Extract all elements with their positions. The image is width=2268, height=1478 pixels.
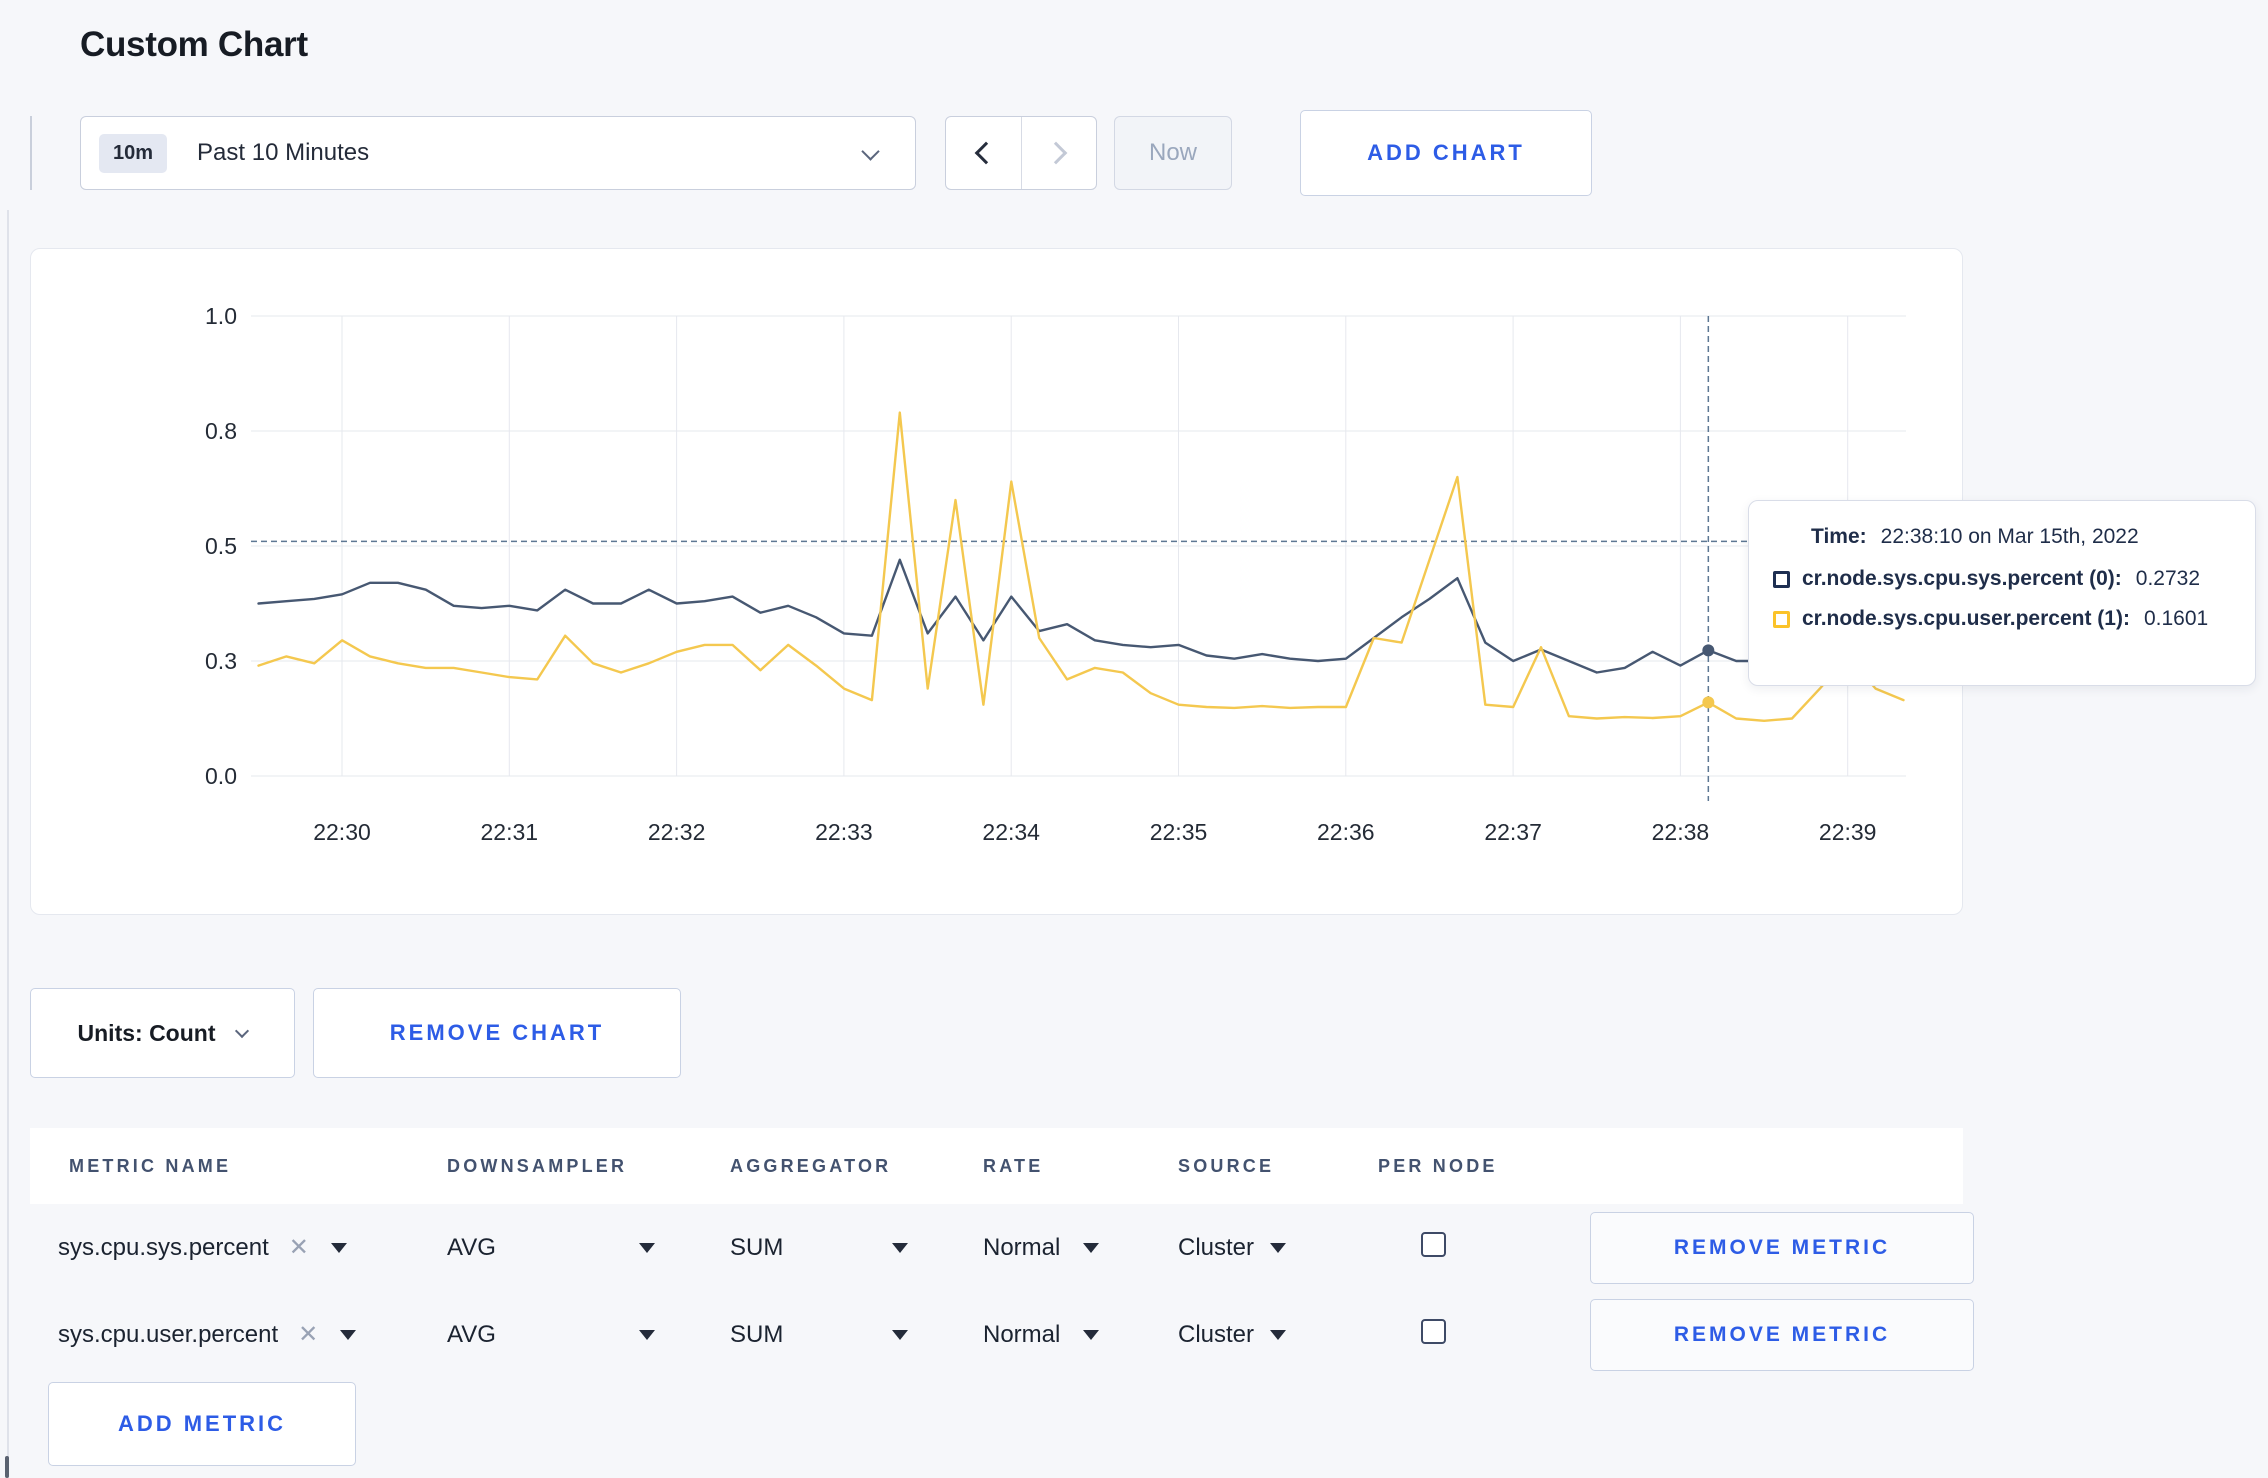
time-range-label: Past 10 Minutes <box>197 139 370 166</box>
series-swatch-icon <box>1773 570 1790 588</box>
aggregator-select[interactable]: SUM <box>730 1321 908 1349</box>
tooltip-time-label: Time: <box>1811 525 1867 548</box>
aggregator-value: SUM <box>730 1320 784 1348</box>
caret-down-icon <box>1083 1242 1099 1253</box>
metric-name-select[interactable]: sys.cpu.sys.percent ✕ <box>58 1233 347 1262</box>
y-tick-label: 0.3 <box>205 648 237 674</box>
time-range-dropdown[interactable]: 10m Past 10 Minutes <box>80 116 916 190</box>
units-dropdown[interactable]: Units: Count <box>30 988 295 1078</box>
x-tick-label: 22:32 <box>648 819 706 845</box>
time-step-buttons <box>945 116 1097 190</box>
series-line <box>257 411 1905 722</box>
rate-value: Normal <box>983 1320 1061 1348</box>
col-header-metric-name: METRIC NAME <box>69 1155 232 1176</box>
remove-metric-button[interactable]: REMOVE METRIC <box>1590 1298 1974 1371</box>
source-select[interactable]: Cluster <box>1178 1321 1286 1349</box>
x-tick-label: 22:38 <box>1652 819 1710 845</box>
next-time-button[interactable] <box>1020 117 1097 189</box>
remove-metric-button[interactable]: REMOVE METRIC <box>1590 1211 1974 1284</box>
caret-down-icon <box>639 1329 655 1340</box>
caret-down-icon <box>639 1242 655 1253</box>
aggregator-select[interactable]: SUM <box>730 1234 908 1262</box>
series-swatch-icon <box>1773 610 1790 628</box>
metrics-table-header: METRIC NAME DOWNSAMPLER AGGREGATOR RATE … <box>30 1128 1963 1204</box>
chevron-down-icon <box>235 1023 250 1039</box>
source-select[interactable]: Cluster <box>1178 1234 1286 1262</box>
x-tick-label: 22:31 <box>481 819 539 845</box>
metric-row: sys.cpu.user.percent ✕ AVG SUM Normal Cl… <box>30 1291 1974 1378</box>
page-title: Custom Chart <box>80 25 308 65</box>
source-value: Cluster <box>1178 1233 1255 1261</box>
units-label: Units: Count <box>77 1019 216 1046</box>
x-tick-label: 22:39 <box>1819 819 1877 845</box>
caret-down-icon <box>1270 1329 1286 1340</box>
col-header-per-node: PER NODE <box>1378 1155 1498 1176</box>
tooltip-series-name: cr.node.sys.cpu.user.percent (1): <box>1802 607 2130 630</box>
caret-down-icon <box>1083 1329 1099 1340</box>
x-tick-label: 22:37 <box>1484 819 1542 845</box>
remove-chart-button[interactable]: REMOVE CHART <box>313 988 681 1078</box>
chevron-left-icon <box>974 141 998 165</box>
time-range-badge: 10m <box>99 133 168 173</box>
chevron-right-icon <box>1044 141 1068 165</box>
per-node-checkbox[interactable] <box>1421 1231 1446 1257</box>
metric-name-value: sys.cpu.sys.percent <box>58 1233 269 1261</box>
y-tick-label: 0.0 <box>205 763 237 789</box>
rate-select[interactable]: Normal <box>983 1234 1099 1262</box>
x-tick-label: 22:34 <box>982 819 1040 845</box>
downsampler-select[interactable]: AVG <box>447 1234 655 1262</box>
tooltip-series-value: 0.2732 <box>2135 567 2201 590</box>
prev-time-button[interactable] <box>946 117 1021 189</box>
add-metric-button[interactable]: ADD METRIC <box>48 1382 356 1466</box>
rate-value: Normal <box>983 1233 1061 1261</box>
chevron-down-icon <box>861 142 880 161</box>
timeseries-chart[interactable]: 0.0 0.3 0.5 0.8 1.0 22:30 22:31 22:32 22:33 22:34… <box>31 249 1964 916</box>
y-tick-label: 0.8 <box>205 418 237 444</box>
tooltip-time-row: Time: 22:38:10 on Mar 15th, 2022 <box>1811 525 2229 549</box>
x-tick-label: 22:30 <box>313 819 371 845</box>
hover-point <box>1702 696 1715 709</box>
x-tick-label: 22:36 <box>1317 819 1375 845</box>
metric-name-select[interactable]: sys.cpu.user.percent ✕ <box>58 1320 357 1349</box>
source-value: Cluster <box>1178 1320 1255 1348</box>
now-button[interactable]: Now <box>1114 116 1232 190</box>
rate-select[interactable]: Normal <box>983 1321 1099 1349</box>
x-tick-label: 22:35 <box>1150 819 1208 845</box>
chart-tooltip: Time: 22:38:10 on Mar 15th, 2022 cr.node.… <box>1748 500 2256 686</box>
aggregator-value: SUM <box>730 1233 784 1261</box>
hover-point <box>1702 644 1715 657</box>
toolbar-separator <box>30 116 32 190</box>
x-tick-label: 22:33 <box>815 819 873 845</box>
tooltip-series-value: 0.1601 <box>2143 607 2209 630</box>
downsampler-value: AVG <box>447 1233 496 1261</box>
col-header-source: SOURCE <box>1178 1155 1275 1176</box>
tooltip-series-row: cr.node.sys.cpu.user.percent (1): 0.1601 <box>1773 607 2229 631</box>
clear-metric-icon[interactable]: ✕ <box>298 1320 318 1349</box>
caret-down-icon <box>330 1242 347 1253</box>
add-chart-button[interactable]: ADD CHART <box>1300 110 1592 196</box>
caret-down-icon <box>1270 1242 1286 1253</box>
tooltip-series-row: cr.node.sys.cpu.sys.percent (0): 0.2732 <box>1773 567 2229 591</box>
caret-down-icon <box>892 1242 908 1253</box>
col-header-aggregator: AGGREGATOR <box>730 1155 892 1176</box>
metric-name-value: sys.cpu.user.percent <box>58 1320 279 1348</box>
clear-metric-icon[interactable]: ✕ <box>289 1233 309 1262</box>
scrollbar-thumb[interactable] <box>5 1456 9 1478</box>
chart-card: 0.0 0.3 0.5 0.8 1.0 22:30 22:31 22:32 22:33 22:34… <box>30 248 1963 915</box>
downsampler-select[interactable]: AVG <box>447 1321 655 1349</box>
series-line <box>257 558 1905 674</box>
tooltip-series-name: cr.node.sys.cpu.sys.percent (0): <box>1802 567 2122 590</box>
metric-row: sys.cpu.sys.percent ✕ AVG SUM Normal Clu… <box>30 1204 1974 1291</box>
y-tick-label: 1.0 <box>205 303 237 329</box>
page-left-edge-line <box>7 210 9 1478</box>
col-header-downsampler: DOWNSAMPLER <box>447 1155 628 1176</box>
downsampler-value: AVG <box>447 1320 496 1348</box>
caret-down-icon <box>892 1329 908 1340</box>
metrics-table: METRIC NAME DOWNSAMPLER AGGREGATOR RATE … <box>30 1128 1974 1378</box>
y-tick-label: 0.5 <box>205 533 237 559</box>
per-node-checkbox[interactable] <box>1421 1318 1446 1344</box>
tooltip-time-value: 22:38:10 on Mar 15th, 2022 <box>1880 525 2139 548</box>
caret-down-icon <box>340 1329 357 1340</box>
col-header-rate: RATE <box>983 1155 1044 1176</box>
